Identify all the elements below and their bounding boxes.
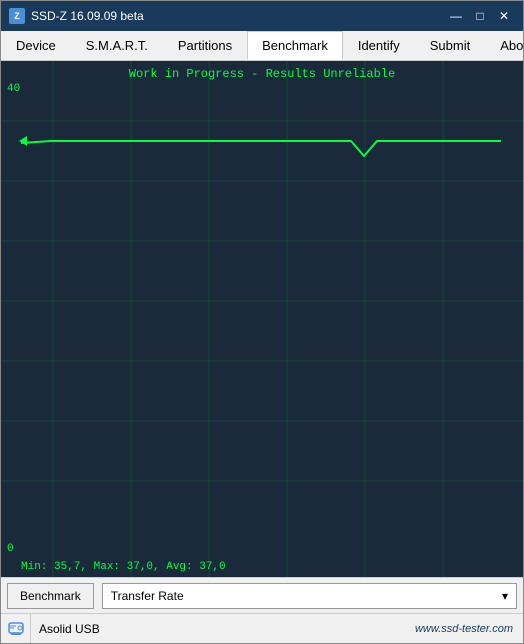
window-title: SSD-Z 16.09.09 beta (31, 9, 144, 23)
status-device-name: Asolid USB (31, 622, 405, 636)
title-bar: Z SSD-Z 16.09.09 beta — □ ✕ (1, 1, 523, 31)
chart-grid (1, 61, 523, 577)
chart-y-max-label: 40 (7, 83, 20, 95)
app-icon: Z (9, 8, 25, 24)
close-button[interactable]: ✕ (493, 6, 515, 26)
title-bar-left: Z SSD-Z 16.09.09 beta (9, 8, 144, 24)
menu-item-partitions[interactable]: Partitions (163, 31, 247, 60)
dropdown-arrow-icon: ▾ (502, 589, 508, 603)
benchmark-bar: Benchmark Transfer Rate ▾ (1, 577, 523, 613)
transfer-rate-dropdown[interactable]: Transfer Rate ▾ (102, 583, 517, 609)
maximize-button[interactable]: □ (469, 6, 491, 26)
status-brand-text: www.ssd-tester.com (405, 623, 523, 635)
menu-item-benchmark[interactable]: Benchmark (247, 31, 343, 60)
window-controls: — □ ✕ (445, 6, 515, 26)
chart-warning-label: Work in Progress - Results Unreliable (1, 67, 523, 81)
menu-item-submit[interactable]: Submit (415, 31, 485, 60)
chart-area: Work in Progress - Results Unreliable 40… (1, 61, 523, 577)
menu-item-device[interactable]: Device (1, 31, 71, 60)
benchmark-button[interactable]: Benchmark (7, 583, 94, 609)
main-content: Work in Progress - Results Unreliable 40… (1, 61, 523, 643)
drive-icon (7, 620, 25, 638)
chart-stats: Min: 35,7, Max: 37,0, Avg: 37,0 (21, 561, 226, 573)
status-device-icon (1, 614, 31, 644)
chart-y-min-label: 0 (7, 543, 14, 555)
status-bar: Asolid USB www.ssd-tester.com (1, 613, 523, 643)
menu-item-about[interactable]: About (485, 31, 524, 60)
menu-item-identify[interactable]: Identify (343, 31, 415, 60)
main-window: Z SSD-Z 16.09.09 beta — □ ✕ Device S.M.A… (0, 0, 524, 644)
menu-item-smart[interactable]: S.M.A.R.T. (71, 31, 163, 60)
menu-bar: Device S.M.A.R.T. Partitions Benchmark I… (1, 31, 523, 61)
minimize-button[interactable]: — (445, 6, 467, 26)
